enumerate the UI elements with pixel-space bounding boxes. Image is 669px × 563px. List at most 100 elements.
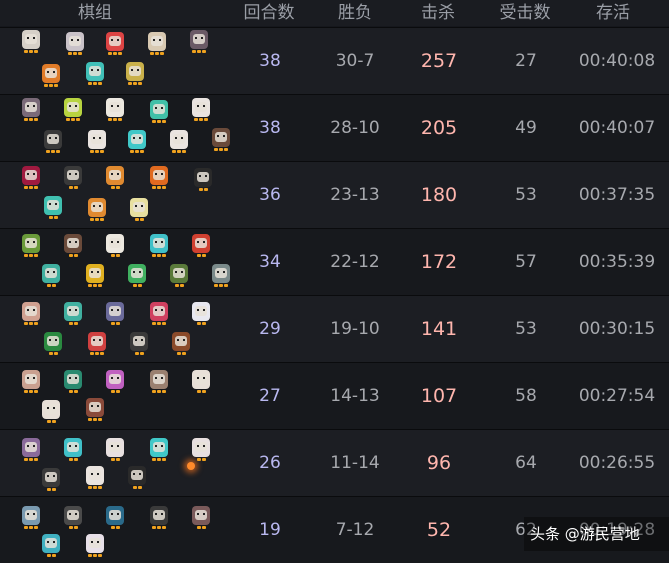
piece-face [215, 268, 227, 278]
rounds-cell: 26 [259, 453, 281, 473]
star-icon [34, 186, 38, 189]
star-icon [162, 120, 166, 123]
piece-face [91, 134, 103, 144]
chess-piece-icon [106, 234, 124, 257]
piece-face [109, 442, 121, 452]
damage-taken-cell: 53 [515, 319, 537, 339]
star-icon [138, 82, 142, 85]
piece-face [109, 36, 121, 46]
star-icon [157, 390, 161, 393]
piece-face [153, 510, 165, 520]
chess-piece-icon [64, 370, 82, 393]
star-icon [34, 390, 38, 393]
star-icon [73, 322, 78, 325]
chess-piece-icon [22, 370, 40, 393]
chess-piece-icon [150, 302, 168, 325]
piece-eyes [133, 271, 141, 273]
star-level [86, 82, 104, 86]
star-icon [115, 254, 120, 257]
star-level [64, 458, 82, 462]
star-level [88, 150, 106, 154]
star-icon [46, 554, 51, 557]
piece-face [173, 268, 185, 278]
star-level [150, 526, 168, 530]
damage-taken-cell: 57 [515, 252, 537, 272]
piece-face [47, 336, 59, 346]
piece-face [89, 402, 101, 412]
star-level [130, 352, 148, 356]
star-icon [24, 458, 28, 461]
piece-face [195, 306, 207, 316]
star-icon [115, 458, 120, 461]
piece-eyes [47, 271, 55, 273]
star-icon [24, 186, 28, 189]
star-icon [118, 52, 122, 55]
star-icon [34, 118, 38, 121]
star-icon [135, 150, 139, 153]
piece-eyes [111, 173, 119, 175]
piece-eyes [111, 105, 119, 107]
star-icon [152, 526, 156, 529]
piece-face [45, 472, 57, 482]
piece-eyes [175, 271, 183, 273]
star-icon [34, 322, 38, 325]
star-icon [176, 352, 181, 355]
piece-eyes [91, 473, 99, 475]
star-level [88, 218, 106, 222]
star-level [212, 284, 230, 288]
star-icon [95, 150, 99, 153]
star-icon [48, 216, 53, 219]
chess-piece-icon [170, 264, 188, 287]
piece-face [67, 306, 79, 316]
star-icon [177, 150, 181, 153]
star-level [106, 52, 124, 56]
star-icon [174, 284, 179, 287]
star-icon [224, 148, 228, 151]
star-icon [201, 254, 206, 257]
piece-face [153, 238, 165, 248]
piece-face [133, 202, 145, 212]
chess-piece-icon [194, 168, 212, 191]
star-level [128, 486, 146, 490]
star-level [22, 118, 40, 122]
star-level [66, 52, 84, 56]
star-icon [98, 554, 102, 557]
star-icon [93, 554, 97, 557]
star-icon [44, 84, 48, 87]
damage-taken-cell: 58 [515, 386, 537, 406]
piece-eyes [111, 39, 119, 41]
piece-face [25, 34, 37, 44]
star-icon [34, 50, 38, 53]
star-icon [140, 150, 144, 153]
kills-cell: 257 [420, 50, 458, 72]
star-level [106, 390, 124, 394]
chess-piece-icon [150, 506, 168, 529]
star-level [192, 390, 210, 394]
star-icon [196, 526, 201, 529]
star-icon [110, 322, 115, 325]
chess-piece-icon [130, 332, 148, 355]
piece-face [195, 442, 207, 452]
piece-eyes [197, 377, 205, 379]
star-icon [219, 284, 223, 287]
piece-eyes [91, 69, 99, 71]
piece-face [25, 170, 37, 180]
star-level [86, 418, 104, 422]
survival-time-cell: 00:37:35 [578, 185, 656, 205]
chess-piece-icon [212, 128, 230, 151]
star-level [64, 254, 82, 258]
piece-face [47, 200, 59, 210]
rounds-cell: 38 [259, 118, 281, 138]
star-icon [204, 118, 208, 121]
star-icon [152, 186, 156, 189]
header-record: 胜负 [338, 3, 372, 23]
rounds-cell: 19 [259, 520, 281, 540]
star-icon [98, 284, 102, 287]
chess-piece-icon [64, 166, 82, 189]
star-level [126, 82, 144, 86]
survival-time-cell: 00:40:07 [578, 118, 656, 138]
piece-eyes [155, 173, 163, 175]
chess-piece-icon [126, 62, 144, 85]
star-icon [162, 254, 166, 257]
piece-eyes [155, 445, 163, 447]
